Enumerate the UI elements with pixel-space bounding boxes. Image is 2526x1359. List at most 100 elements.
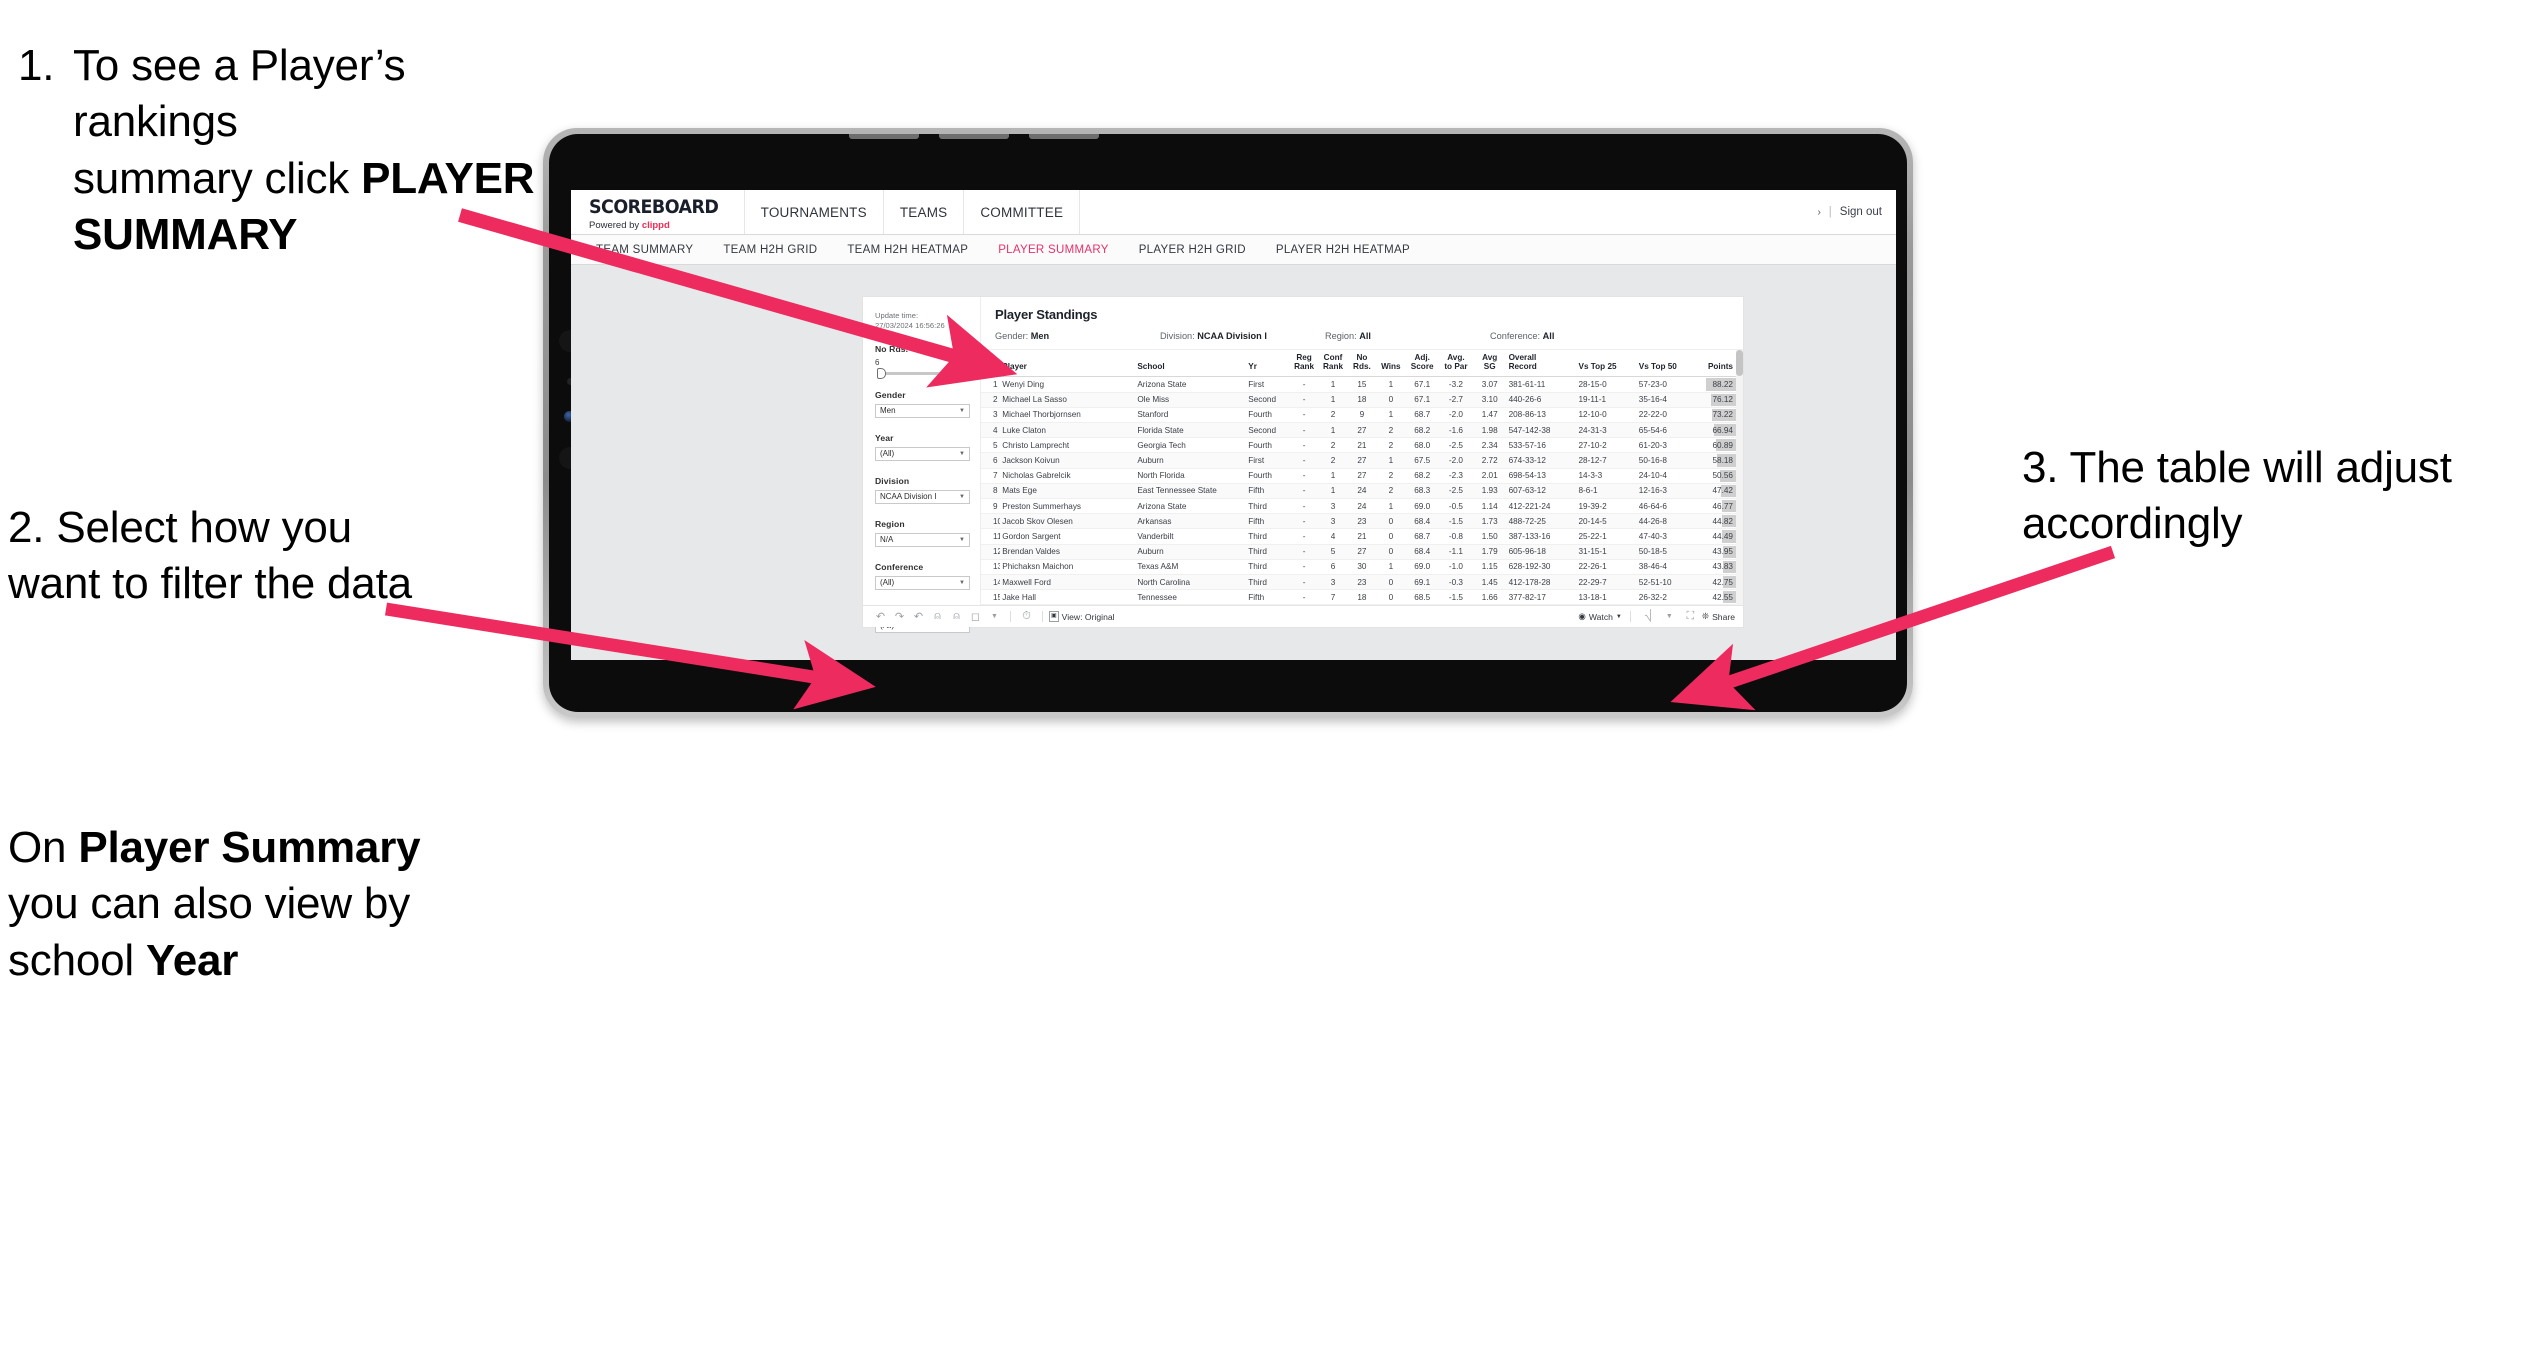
sub-navigation-tabs: TEAM SUMMARY TEAM H2H GRID TEAM H2H HEATMA… (571, 235, 1896, 265)
revert-icon[interactable]: ↶ (909, 609, 928, 625)
alert-icon[interactable]: ⏱ (1017, 609, 1036, 625)
sub-nav-tab-team-summary[interactable]: TEAM SUMMARY (581, 244, 708, 256)
table-row[interactable]: 4 Luke Claton Florida State Second -1 27 2 68.2… (981, 422, 1743, 439)
filter-gender-dropdown[interactable]: Men ▼ (875, 403, 970, 418)
cell-vs_top25: 20-14-5 (1576, 513, 1637, 530)
cell-reg_rank: - (1289, 452, 1319, 469)
undo-icon[interactable]: ↶ (871, 609, 890, 625)
cell-no_rds: 27 (1347, 452, 1377, 469)
cell-school: North Carolina (1135, 574, 1247, 591)
points-value: 50.56 (1712, 471, 1734, 481)
scoreboard-logo[interactable]: SCOREBOARD Powered by clippd (571, 190, 744, 234)
share-button[interactable]: ❊ Share (1702, 611, 1735, 622)
cell-no_rds: 24 (1347, 498, 1377, 515)
cell-vs_top50: 50-18-5 (1636, 544, 1698, 560)
filter-region-label: Region (875, 518, 905, 529)
table-row[interactable]: 15Jake HallTennesseeFifth-718068.5-1.51.… (981, 589, 1743, 605)
chevron-right-icon[interactable]: › (1817, 207, 1820, 218)
sub-nav-tab-team-h2h-heatmap[interactable]: TEAM H2H HEATMAP (832, 244, 983, 256)
pause-updates-icon[interactable]: ⍝ (947, 609, 966, 625)
cell-school: Tennessee (1135, 589, 1247, 605)
cell-reg_rank: - (1289, 468, 1319, 484)
column-header-conf_rank[interactable]: Conf Rank (1318, 350, 1348, 378)
table-row[interactable]: 9 Preston Summerhays Arizona State Third -3 2… (981, 498, 1743, 515)
refresh-data-icon[interactable]: ⍝ (928, 609, 947, 625)
watch-button[interactable]: ◉ Watch ▼ (1578, 611, 1622, 622)
scrollbar-thumb[interactable] (1736, 350, 1743, 376)
cell-rank: 5 (981, 437, 1001, 454)
table-row[interactable]: 2 Michael La Sasso Ole Miss Second -1 18 0 67.1… (981, 392, 1743, 408)
column-header-player[interactable]: Player (1000, 350, 1136, 378)
filter-year-dropdown[interactable]: (All) ▼ (875, 446, 970, 461)
table-row[interactable]: 6 Jackson Koivun Auburn First -2 27 1 67.5 -2.0 2… (981, 452, 1743, 469)
device-layout-icon[interactable]: ◻ (966, 609, 985, 625)
filter-division-dropdown[interactable]: NCAA Division I ▼ (875, 489, 970, 504)
column-header-rank[interactable]: # (981, 350, 1001, 378)
table-row[interactable]: 7 Nicholas Gabrelcik North Florida Fourth -1… (981, 468, 1743, 484)
column-header-overall_record[interactable]: Overall Record (1506, 350, 1577, 378)
table-row[interactable]: 3 Michael Thorbjornsen Stanford Fourth -2 9 1 6… (981, 407, 1743, 423)
cell-overall_record: 377-82-17 (1506, 589, 1577, 605)
table-row[interactable]: 5 Christo Lamprecht Georgia Tech Fourth -2 21… (981, 437, 1743, 454)
chevron-down-icon[interactable]: ▼ (985, 609, 1004, 625)
filter-conference-dropdown[interactable]: (All) ▼ (875, 575, 970, 590)
cell-vs_top50: 65-54-6 (1636, 422, 1698, 439)
cell-yr: Third (1246, 498, 1290, 515)
tablet-device-frame: SCOREBOARD Powered by clippd TOURNAMENTS… (543, 128, 1913, 718)
brand-tagline: Powered by clippd (589, 220, 730, 231)
vertical-scrollbar[interactable] (1736, 350, 1743, 605)
cell-yr: Third (1246, 544, 1290, 560)
cell-vs_top25: 14-3-3 (1576, 468, 1637, 484)
chevron-down-icon[interactable]: ▼ (1660, 609, 1679, 625)
column-header-vs_top50[interactable]: Vs Top 50 (1636, 350, 1698, 378)
cell-no_rds: 9 (1347, 407, 1377, 423)
points-value: 76.12 (1712, 395, 1734, 405)
cell-rank: 15 (981, 589, 1001, 605)
column-header-school[interactable]: School (1135, 350, 1247, 378)
top-nav-item-tournaments[interactable]: TOURNAMENTS (743, 190, 883, 234)
column-header-vs_top25[interactable]: Vs Top 25 (1576, 350, 1637, 378)
slider-track[interactable] (877, 367, 968, 379)
table-row[interactable]: 12Brendan ValdesAuburnThird-527068.4-1.1… (981, 544, 1743, 560)
cell-vs_top25: 31-15-1 (1576, 544, 1637, 560)
column-header-avg_to_par[interactable]: Avg. to Par (1439, 350, 1473, 378)
sign-out-link[interactable]: Sign out (1840, 206, 1882, 218)
top-nav-item-committee[interactable]: COMMITTEE (963, 190, 1081, 234)
column-header-wins[interactable]: Wins (1376, 350, 1406, 378)
top-nav-item-teams[interactable]: TEAMS (882, 190, 964, 234)
redo-icon[interactable]: ↷ (890, 609, 909, 625)
table-row[interactable]: 13Phichaksn MaichonTexas A&MThird-630169… (981, 559, 1743, 576)
table-row[interactable]: 11Gordon SargentVanderbiltThird-421068.7… (981, 528, 1743, 545)
cell-school: Texas A&M (1135, 559, 1247, 576)
cell-school: Florida State (1135, 422, 1247, 439)
sub-nav-tab-player-summary[interactable]: PLAYER SUMMARY (983, 244, 1124, 256)
top-navigation-bar: SCOREBOARD Powered by clippd TOURNAMENTS… (571, 190, 1896, 235)
cell-vs_top25: 24-31-3 (1576, 422, 1637, 439)
sub-nav-tab-player-h2h-grid[interactable]: PLAYER H2H GRID (1124, 244, 1261, 256)
view-original-button[interactable]: ▣ View: Original (1049, 611, 1115, 622)
table-row[interactable]: 14Maxwell FordNorth CarolinaThird-323069… (981, 574, 1743, 591)
column-header-yr[interactable]: Yr (1246, 350, 1290, 378)
fullscreen-icon[interactable]: ⛶ (1681, 609, 1700, 625)
filter-region-dropdown[interactable]: N/A ▼ (875, 532, 970, 547)
sub-nav-tab-player-h2h-heatmap[interactable]: PLAYER H2H HEATMAP (1261, 244, 1425, 256)
filter-no-rounds[interactable]: No Rds. 6 52 (875, 344, 970, 379)
slider-handle[interactable] (877, 367, 886, 379)
table-row[interactable]: 10Jacob Skov OlesenArkansasFifth-323068.… (981, 513, 1743, 530)
cell-school: Vanderbilt (1135, 528, 1247, 545)
cell-wins: 2 (1376, 483, 1406, 500)
cell-adj_score: 68.5 (1405, 589, 1440, 605)
column-header-adj_score[interactable]: Adj. Score (1405, 350, 1440, 378)
cell-avg_sg: 1.14 (1472, 498, 1507, 515)
column-header-avg_sg[interactable]: Avg SG (1472, 350, 1507, 378)
column-header-reg_rank[interactable]: Reg Rank (1289, 350, 1319, 378)
table-row[interactable]: 8 Mats Ege East Tennessee State Fifth -1 24 2 6… (981, 483, 1743, 500)
cell-reg_rank: - (1289, 589, 1319, 605)
download-icon[interactable]: ⎷ (1639, 609, 1658, 625)
filter-region: Region N/A ▼ (875, 519, 970, 547)
divider: | (1828, 206, 1832, 218)
sub-nav-tab-team-h2h-grid[interactable]: TEAM H2H GRID (708, 244, 832, 256)
column-header-no_rds[interactable]: No Rds. (1347, 350, 1377, 378)
table-row[interactable]: 1 Wenyi Ding Arizona State First -1 15 1 67.1 -3… (981, 376, 1743, 393)
cell-no_rds: 21 (1347, 437, 1377, 454)
